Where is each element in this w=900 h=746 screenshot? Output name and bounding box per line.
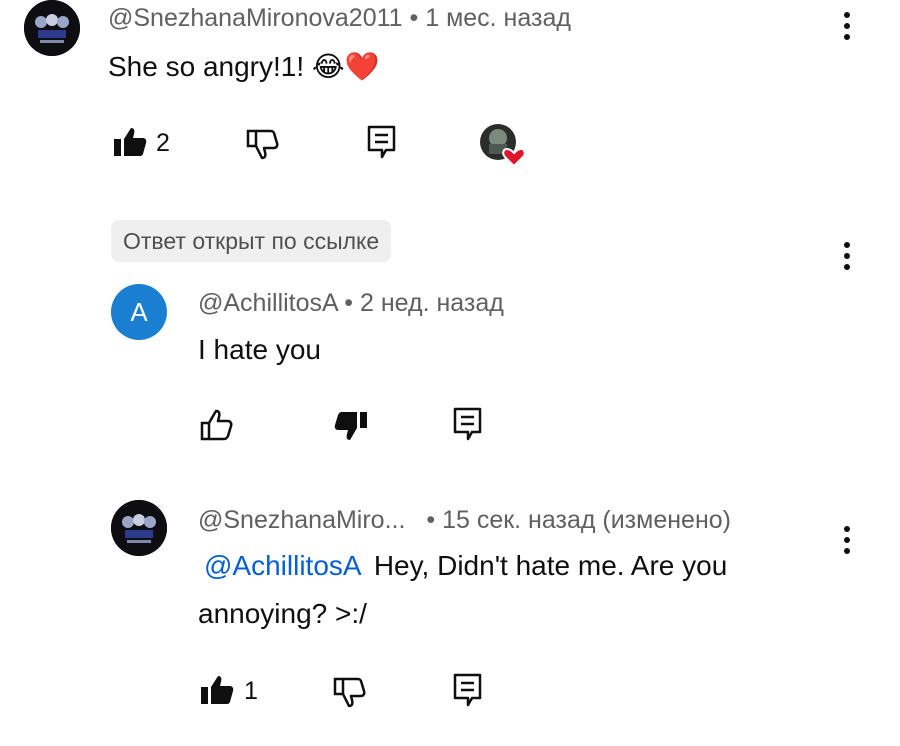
- highlighted-reply-chip: Ответ открыт по ссылке: [111, 220, 392, 262]
- more-options-icon[interactable]: [843, 526, 851, 559]
- avatar-letter: A: [130, 296, 148, 327]
- reply-text: I hate you: [198, 334, 321, 365]
- reply-author[interactable]: @SnezhanaMiro...: [198, 506, 405, 534]
- like-count: 2: [156, 129, 170, 157]
- reply-time: • 2 нед. назад: [344, 289, 504, 317]
- reply-button[interactable]: [366, 124, 398, 160]
- thumbs-up-icon: [200, 409, 233, 441]
- comment-text: She so angry!1! 😂❤️: [108, 51, 380, 82]
- thumbs-down-filled-icon: [334, 412, 367, 440]
- creator-heart-icon: [480, 124, 526, 168]
- comment-time: • 1 мес. назад: [409, 4, 571, 32]
- creator-heart: [478, 122, 528, 168]
- reply-button[interactable]: [452, 672, 484, 708]
- more-options-icon[interactable]: [843, 242, 851, 275]
- thumbs-down-icon: [333, 677, 366, 708]
- thumbs-up-filled-icon: [201, 676, 234, 704]
- reply-text: Hey, Didn't hate me. Are you: [373, 550, 728, 581]
- reply-author[interactable]: @AchillitosA: [198, 289, 337, 317]
- reply-button[interactable]: [452, 406, 484, 442]
- thumbs-up-filled-icon: [114, 128, 147, 156]
- reply-time: • 15 сек. назад (изменено): [426, 506, 731, 534]
- like-count: 1: [244, 677, 258, 705]
- dislike-button[interactable]: [245, 128, 281, 160]
- mention-link[interactable]: @AchillitosA: [204, 550, 360, 581]
- avatar[interactable]: [24, 0, 80, 56]
- reply-icon: [453, 673, 482, 707]
- avatar[interactable]: A: [111, 284, 167, 340]
- dislike-button[interactable]: [333, 410, 369, 442]
- more-options-icon[interactable]: [843, 12, 851, 45]
- reply-text-continued: annoying? >:/: [198, 598, 367, 629]
- reply-icon: [453, 407, 482, 441]
- avatar-image: [24, 0, 80, 56]
- dislike-button[interactable]: [332, 676, 368, 708]
- like-button[interactable]: [199, 674, 235, 706]
- reply-icon: [367, 125, 396, 159]
- thumbs-down-icon: [246, 129, 279, 160]
- comment-author[interactable]: @SnezhanaMironova2011: [108, 4, 403, 32]
- avatar-image: [111, 500, 167, 556]
- avatar[interactable]: [111, 500, 167, 556]
- like-button[interactable]: [199, 408, 235, 442]
- like-button[interactable]: [112, 126, 148, 158]
